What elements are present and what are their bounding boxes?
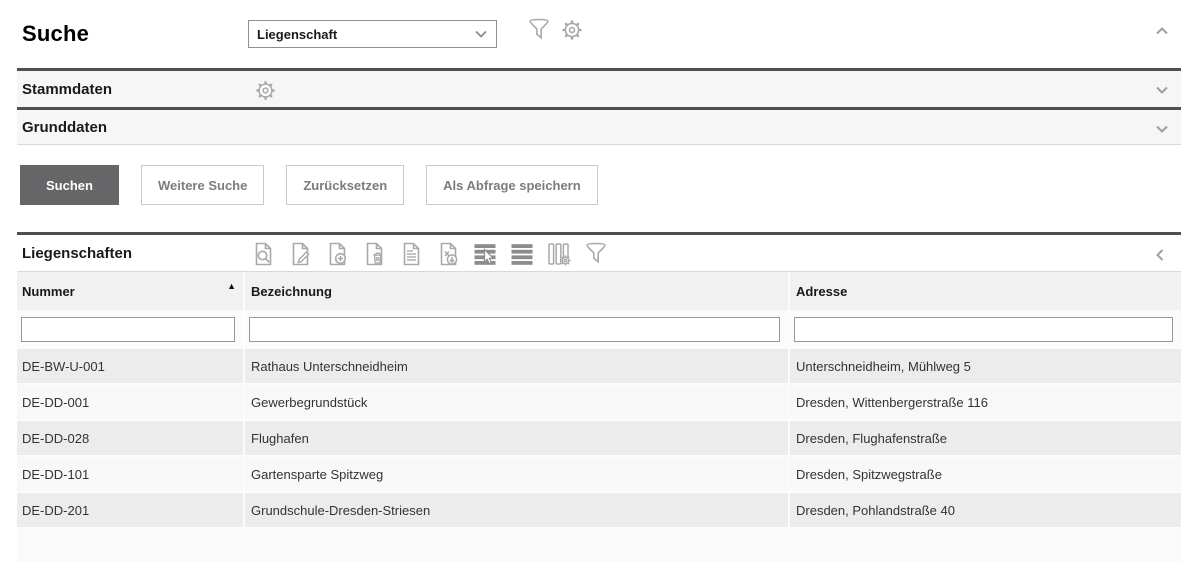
sort-ascending-icon[interactable]: ▲ (227, 281, 236, 291)
search-header: Suche Liegenschaft (17, 0, 1181, 68)
rows-view-icon[interactable] (509, 241, 535, 267)
filter-input-bezeichnung[interactable] (249, 317, 780, 342)
chevron-down-icon[interactable] (1153, 120, 1171, 138)
cell-nummer: DE-BW-U-001 (17, 349, 245, 383)
cell-adresse: Dresden, Pohlandstraße 40 (790, 493, 1181, 527)
reset-button[interactable]: Zurücksetzen (286, 165, 404, 205)
chevron-left-icon[interactable] (1151, 246, 1169, 264)
table-header-row: Nummer ▲ Bezeichnung Adresse (17, 272, 1181, 310)
results-toolbar (250, 241, 609, 267)
section-label: Grunddaten (22, 119, 107, 136)
funnel-icon[interactable] (526, 17, 552, 43)
delete-record-icon[interactable] (361, 241, 387, 267)
cell-adresse: Unterschneidheim, Mühlweg 5 (790, 349, 1181, 383)
table-empty-area (17, 529, 1181, 562)
edit-record-icon[interactable] (287, 241, 313, 267)
cell-bezeichnung: Gewerbegrundstück (245, 385, 790, 419)
table-row[interactable]: DE-DD-101 Gartensparte Spitzweg Dresden,… (17, 457, 1181, 493)
cell-nummer: DE-DD-101 (17, 457, 245, 491)
results-table: Nummer ▲ Bezeichnung Adresse DE-BW-U-001… (17, 272, 1181, 562)
page-title: Suche (22, 21, 89, 47)
gear-icon[interactable] (559, 17, 585, 43)
cell-bezeichnung: Gartensparte Spitzweg (245, 457, 790, 491)
chevron-down-icon[interactable] (1153, 81, 1171, 99)
results-title: Liegenschaften (22, 245, 132, 262)
gear-icon[interactable] (253, 78, 278, 103)
add-record-icon[interactable] (324, 241, 350, 267)
select-rows-icon[interactable] (472, 241, 498, 267)
cell-nummer: DE-DD-028 (17, 421, 245, 455)
cell-bezeichnung: Grundschule-Dresden-Striesen (245, 493, 790, 527)
module-select-dropdown[interactable]: Liegenschaft (248, 20, 497, 48)
more-search-button[interactable]: Weitere Suche (141, 165, 264, 205)
cell-bezeichnung: Flughafen (245, 421, 790, 455)
column-header-bezeichnung[interactable]: Bezeichnung (245, 272, 790, 310)
filter-input-adresse[interactable] (794, 317, 1173, 342)
cell-bezeichnung: Rathaus Unterschneidheim (245, 349, 790, 383)
table-row[interactable]: DE-DD-028 Flughafen Dresden, Flughafenst… (17, 421, 1181, 457)
search-button[interactable]: Suchen (20, 165, 119, 205)
table-row[interactable]: DE-DD-001 Gewerbegrundstück Dresden, Wit… (17, 385, 1181, 421)
save-query-button[interactable]: Als Abfrage speichern (426, 165, 598, 205)
cell-nummer: DE-DD-201 (17, 493, 245, 527)
chevron-up-icon[interactable] (1153, 22, 1171, 40)
column-header-nummer[interactable]: Nummer ▲ (17, 272, 245, 310)
column-header-adresse[interactable]: Adresse (790, 272, 1181, 310)
column-settings-icon[interactable] (546, 241, 572, 267)
section-stammdaten[interactable]: Stammdaten (17, 68, 1181, 107)
filter-input-nummer[interactable] (21, 317, 235, 342)
cell-adresse: Dresden, Wittenbergerstraße 116 (790, 385, 1181, 419)
table-row[interactable]: DE-DD-201 Grundschule-Dresden-Striesen D… (17, 493, 1181, 529)
table-filter-row (17, 310, 1181, 349)
action-buttons-row: Suchen Weitere Suche Zurücksetzen Als Ab… (17, 145, 1181, 232)
module-select-value: Liegenschaft (257, 27, 337, 42)
search-page: Suche Liegenschaft Stammdaten (0, 0, 1197, 562)
filter-icon[interactable] (583, 241, 609, 267)
chevron-down-icon (474, 27, 488, 41)
view-record-icon[interactable] (250, 241, 276, 267)
cell-adresse: Dresden, Flughafenstraße (790, 421, 1181, 455)
cell-adresse: Dresden, Spitzwegstraße (790, 457, 1181, 491)
section-label: Stammdaten (22, 81, 112, 98)
document-icon[interactable] (398, 241, 424, 267)
section-grunddaten[interactable]: Grunddaten (17, 107, 1181, 145)
cell-nummer: DE-DD-001 (17, 385, 245, 419)
table-row[interactable]: DE-BW-U-001 Rathaus Unterschneidheim Unt… (17, 349, 1181, 385)
export-icon[interactable] (435, 241, 461, 267)
results-header: Liegenschaften (17, 232, 1181, 272)
